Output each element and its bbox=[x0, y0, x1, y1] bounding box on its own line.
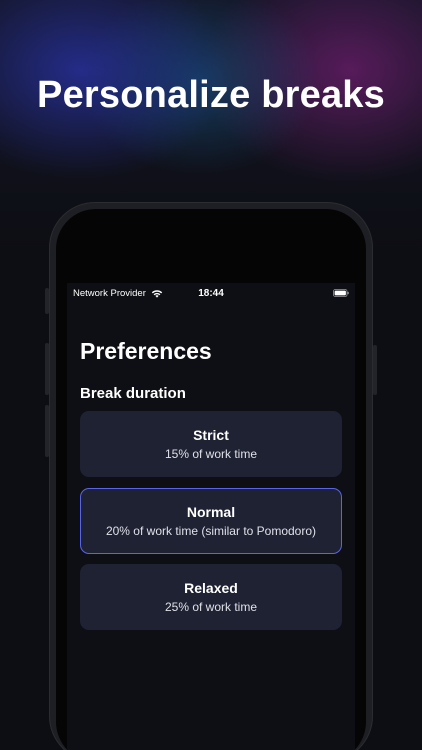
option-relaxed[interactable]: Relaxed 25% of work time bbox=[80, 564, 342, 630]
option-normal[interactable]: Normal 20% of work time (similar to Pomo… bbox=[80, 488, 342, 554]
option-description: 20% of work time (similar to Pomodoro) bbox=[105, 523, 317, 538]
promo-headline: Personalize breaks bbox=[37, 74, 385, 116]
option-strict[interactable]: Strict 15% of work time bbox=[80, 411, 342, 477]
option-description: 15% of work time bbox=[164, 447, 258, 461]
status-bar: Network Provider 18:44 bbox=[67, 283, 355, 303]
status-time: 18:44 bbox=[198, 288, 224, 299]
silent-switch bbox=[45, 288, 49, 314]
app-screen: Network Provider 18:44 Preferences Break… bbox=[67, 283, 355, 750]
option-description: 25% of work time bbox=[164, 600, 258, 614]
page-title: Preferences bbox=[80, 338, 212, 364]
volume-up-button bbox=[45, 343, 49, 395]
battery-icon bbox=[333, 289, 349, 297]
promo-screen: Personalize breaks Network Provider 18:4… bbox=[0, 0, 422, 750]
volume-down-button bbox=[45, 405, 49, 457]
option-title: Strict bbox=[193, 427, 229, 443]
option-title: Relaxed bbox=[184, 580, 238, 596]
power-button bbox=[373, 345, 377, 395]
option-title: Normal bbox=[186, 503, 236, 520]
break-duration-label: Break duration bbox=[80, 385, 186, 402]
